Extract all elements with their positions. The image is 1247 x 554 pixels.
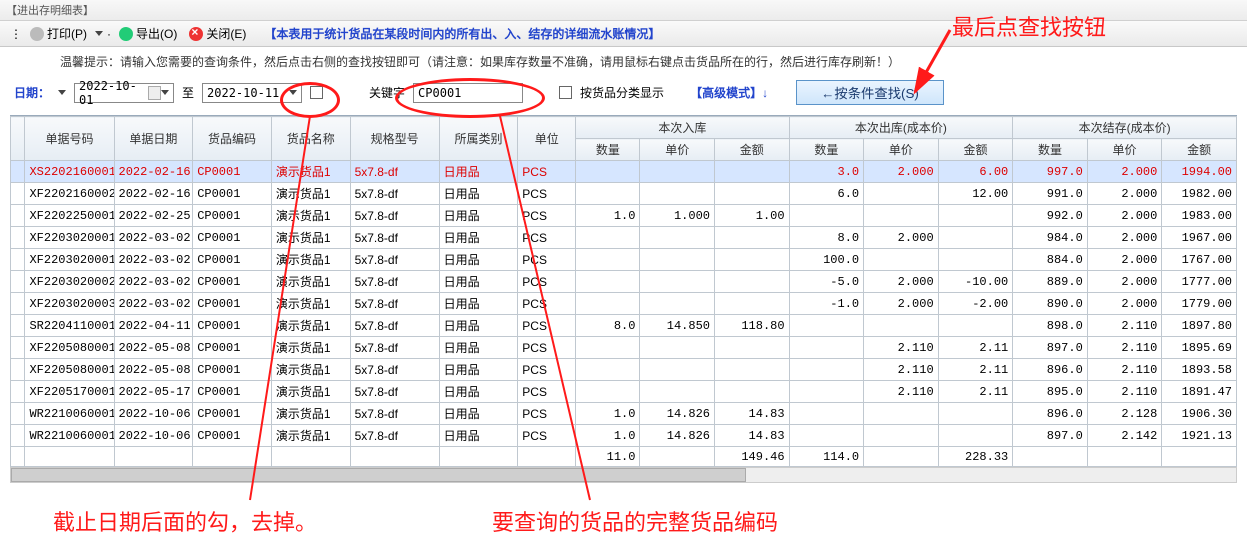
table-row[interactable]: XS22021600012022-02-16CP0001演示货品15x7.8-d… — [11, 161, 1237, 183]
export-button[interactable]: 导出(O) — [115, 24, 181, 43]
annotation-checkbox: 截止日期后面的勾，去掉。 — [53, 505, 317, 537]
col-unit[interactable]: 单位 — [518, 117, 576, 161]
toolbar: ⋮ 打印(P) · 导出(O) 关闭(E) 【本表用于统计货品在某段时间内的所有… — [0, 21, 1247, 47]
group-label: 按货品分类显示 — [580, 84, 664, 101]
window-title: 【进出存明细表】 — [0, 0, 1247, 21]
col-spec[interactable]: 规格型号 — [350, 117, 439, 161]
table-row[interactable]: XF22021600022022-02-16CP0001演示货品15x7.8-d… — [11, 183, 1237, 205]
close-icon — [189, 27, 203, 41]
group-checkbox[interactable] — [559, 86, 572, 99]
table-row[interactable]: XF22050800012022-05-08CP0001演示货品15x7.8-d… — [11, 359, 1237, 381]
advanced-mode-link[interactable]: 【高级模式】↓ — [690, 84, 768, 101]
print-icon — [30, 27, 44, 41]
filter-bar: 日期： 2022-10-01 至 2022-10-11 关键字 按货品分类显示 … — [0, 76, 1247, 113]
toolbar-desc: 【本表用于统计货品在某段时间内的所有出、入、结存的详细流水账情况】 — [264, 25, 660, 42]
annotation-keyword: 要查询的货品的完整货品编码 — [492, 505, 778, 537]
table-row[interactable]: XF22050800012022-05-08CP0001演示货品15x7.8-d… — [11, 337, 1237, 359]
table-row[interactable]: XF22030200022022-03-02CP0001演示货品15x7.8-d… — [11, 271, 1237, 293]
col-name[interactable]: 货品名称 — [271, 117, 350, 161]
total-row: 11.0149.46114.0228.33 — [11, 447, 1237, 467]
horizontal-scrollbar[interactable] — [10, 467, 1237, 483]
date-dropdown-icon[interactable] — [58, 90, 66, 99]
print-dropdown-icon[interactable] — [95, 31, 103, 40]
date-from-input[interactable]: 2022-10-01 — [74, 83, 174, 103]
col-group-bal: 本次结存(成本价) — [1013, 117, 1237, 139]
col-group-in: 本次入库 — [576, 117, 789, 139]
date-to-label: 至 — [182, 84, 194, 101]
col-bill-no[interactable]: 单据号码 — [25, 117, 114, 161]
date-to-input[interactable]: 2022-10-11 — [202, 83, 302, 103]
table-row[interactable]: WR22100600012022-10-06CP0001演示货品15x7.8-d… — [11, 403, 1237, 425]
data-grid: 单据号码 单据日期 货品编码 货品名称 规格型号 所属类别 单位 本次入库 本次… — [10, 115, 1237, 467]
table-row[interactable]: XF22030200012022-03-02CP0001演示货品15x7.8-d… — [11, 227, 1237, 249]
date-label: 日期： — [14, 84, 50, 101]
print-button[interactable]: 打印(P) — [26, 24, 91, 43]
table-row[interactable]: XF22030200012022-03-02CP0001演示货品15x7.8-d… — [11, 249, 1237, 271]
col-group-out: 本次出库(成本价) — [789, 117, 1013, 139]
close-button[interactable]: 关闭(E) — [185, 24, 250, 43]
keyword-input[interactable] — [413, 83, 523, 103]
calendar-icon[interactable] — [148, 86, 161, 100]
col-cat[interactable]: 所属类别 — [439, 117, 518, 161]
date-include-checkbox[interactable] — [310, 86, 323, 99]
table-row[interactable]: XF22051700012022-05-17CP0001演示货品15x7.8-d… — [11, 381, 1237, 403]
search-button[interactable]: ←按条件查找(S) — [796, 80, 944, 105]
export-icon — [119, 27, 133, 41]
keyword-label: 关键字 — [369, 84, 405, 101]
col-code[interactable]: 货品编码 — [193, 117, 272, 161]
table-row[interactable]: SR22041100012022-04-11CP0001演示货品15x7.8-d… — [11, 315, 1237, 337]
tip-text: 温馨提示：请输入您需要的查询条件，然后点击右侧的查找按钮即可（请注意：如果库存数… — [0, 47, 1247, 76]
table-row[interactable]: XF22030200032022-03-02CP0001演示货品15x7.8-d… — [11, 293, 1237, 315]
col-bill-date[interactable]: 单据日期 — [114, 117, 193, 161]
table-row[interactable]: XF22022500012022-02-25CP0001演示货品15x7.8-d… — [11, 205, 1237, 227]
table-row[interactable]: WR22100600012022-10-06CP0001演示货品15x7.8-d… — [11, 425, 1237, 447]
